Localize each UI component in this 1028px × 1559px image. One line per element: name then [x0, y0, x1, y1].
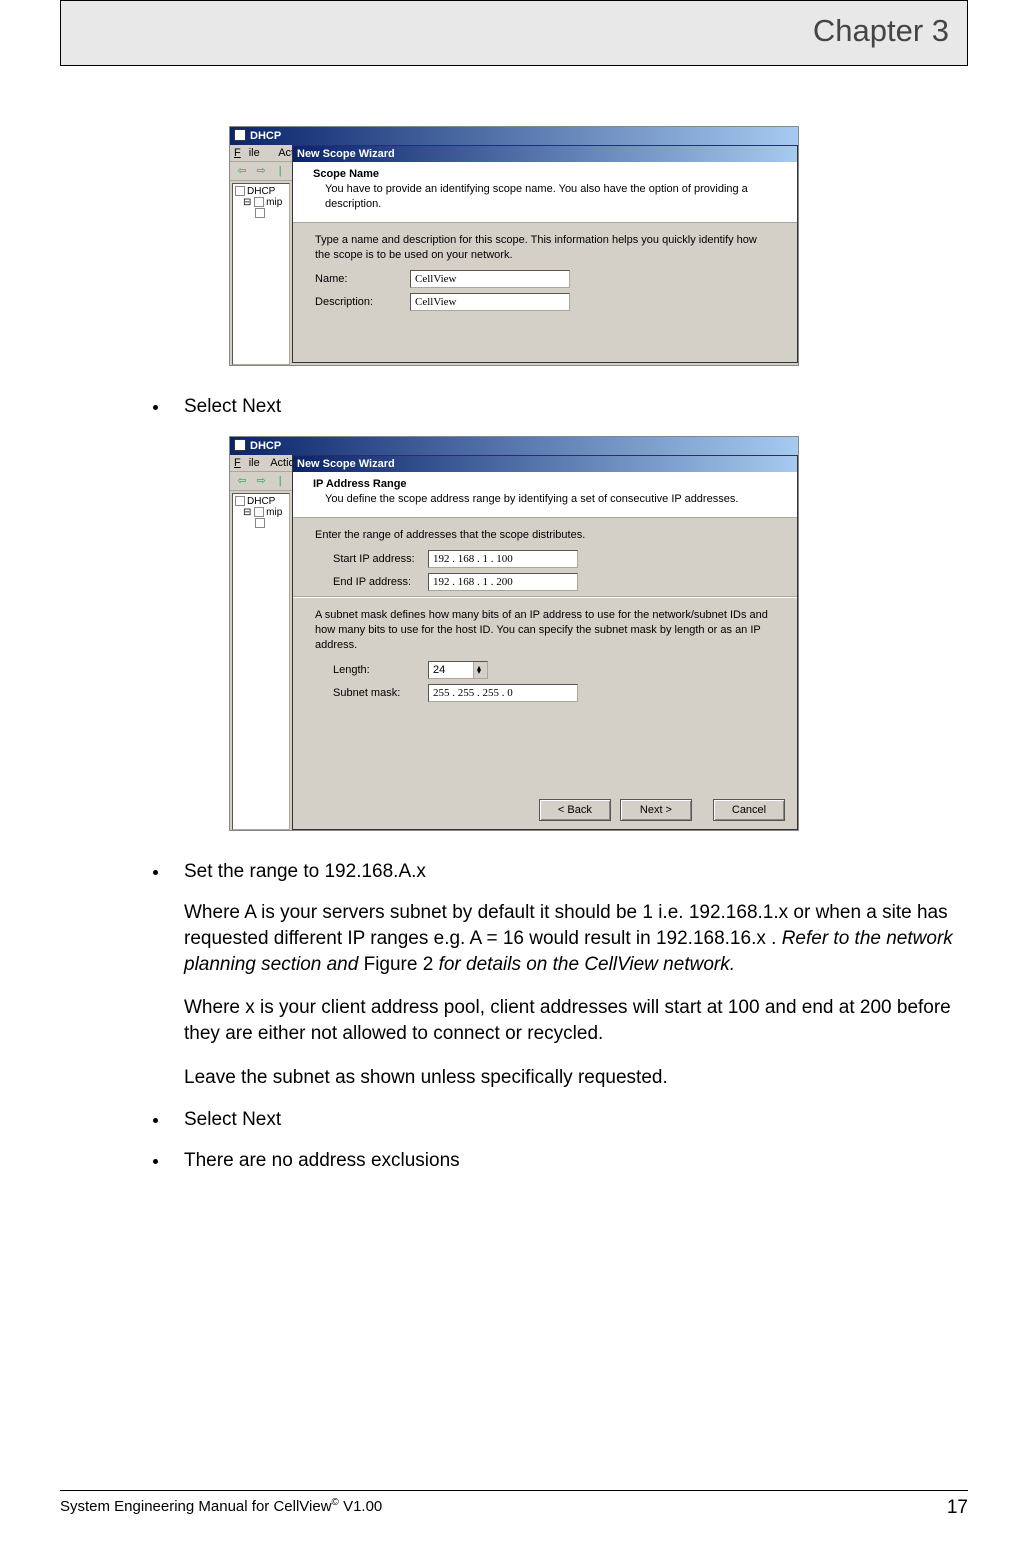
bullet-select-next-1: Select Next [170, 395, 968, 420]
menu-file[interactable]: File [234, 147, 268, 159]
nav-forward-icon[interactable]: ⇨ [253, 164, 269, 178]
length-spinner[interactable]: 24 [428, 661, 488, 679]
wizard-header: Scope Name You have to provide an identi… [293, 162, 797, 223]
tree-pane-2[interactable]: DHCP ⊟ mip [232, 493, 290, 830]
tree-node-2 [235, 208, 287, 219]
nav-pipe: | [272, 164, 288, 178]
back-button[interactable]: < Back [539, 799, 611, 821]
bullet-no-exclusions: There are no address exclusions [170, 1149, 968, 1174]
bullet-select-next-2: Select Next [170, 1108, 968, 1133]
nav-back-icon-2[interactable]: ⇦ [234, 474, 250, 488]
wizard-ip-range: New Scope Wizard IP Address Range You de… [292, 455, 798, 830]
description-input[interactable]: CellView [410, 293, 570, 311]
tree-node-1b: ⊟ mip [235, 507, 287, 518]
folder-icon [255, 208, 265, 218]
wizard-heading: Scope Name [313, 168, 781, 180]
para-where-a: Where A is your servers subnet by defaul… [60, 900, 968, 977]
wizard-instruction: Type a name and description for this sco… [315, 233, 775, 263]
nav-forward-icon-2[interactable]: ⇨ [253, 474, 269, 488]
server-icon [235, 496, 245, 506]
tree-pane[interactable]: DHCP ⊟ mip [232, 183, 290, 365]
wizard-titlebar-2[interactable]: New Scope Wizard [293, 456, 797, 472]
footer-page-number: 17 [947, 1497, 968, 1519]
next-button[interactable]: Next > [620, 799, 692, 821]
wizard-button-row: < Back Next > Cancel [533, 799, 785, 821]
start-ip-input[interactable]: 192 . 168 . 1 . 100 [428, 550, 578, 568]
length-value: 24 [429, 664, 449, 676]
app-icon [234, 129, 246, 141]
cancel-button[interactable]: Cancel [713, 799, 785, 821]
mmc-titlebar[interactable]: DHCP [230, 127, 798, 145]
tree-root-2: DHCP [235, 496, 287, 507]
end-ip-input[interactable]: 192 . 168 . 1 . 200 [428, 573, 578, 591]
server-icon [235, 186, 245, 196]
folder-icon [254, 197, 264, 207]
subnet-mask-label: Subnet mask: [333, 687, 428, 699]
spinner-buttons-icon[interactable] [473, 662, 487, 678]
description-label: Description: [315, 296, 410, 308]
bullet-set-range: Set the range to 192.168.A.x [170, 860, 968, 885]
folder-icon [255, 518, 265, 528]
wizard-header-2: IP Address Range You define the scope ad… [293, 472, 797, 518]
tree-node-2b [235, 518, 287, 529]
name-input[interactable]: CellView [410, 270, 570, 288]
nav-pipe-2: | [272, 474, 288, 488]
wizard-heading-2: IP Address Range [313, 478, 781, 490]
length-label: Length: [333, 664, 428, 676]
folder-icon [254, 507, 264, 517]
instr-subnet: A subnet mask defines how many bits of a… [315, 608, 775, 653]
mmc-titlebar-2[interactable]: DHCP [230, 437, 798, 455]
name-label: Name: [315, 273, 410, 285]
dhcp-console-1: DHCP File Actio ⇦ ⇨ | DHCP ⊟ mip [229, 126, 799, 366]
page-header: Chapter 3 [60, 0, 968, 66]
tree-node-1: ⊟ mip [235, 197, 287, 208]
app-title-2: DHCP [250, 440, 281, 452]
divider [293, 596, 797, 598]
wizard-titlebar[interactable]: New Scope Wizard [293, 146, 797, 162]
menu-file-2[interactable]: File [234, 457, 260, 469]
chapter-title: Chapter 3 [813, 13, 949, 49]
instr-range: Enter the range of addresses that the sc… [315, 528, 775, 543]
app-title: DHCP [250, 130, 281, 142]
nav-back-icon[interactable]: ⇦ [234, 164, 250, 178]
tree-root: DHCP [235, 186, 287, 197]
end-ip-label: End IP address: [333, 576, 428, 588]
para-leave-subnet: Leave the subnet as shown unless specifi… [60, 1065, 968, 1091]
para-where-x: Where x is your client address pool, cli… [60, 995, 968, 1046]
figure-scope-name: DHCP File Actio ⇦ ⇨ | DHCP ⊟ mip [60, 126, 968, 371]
app-icon [234, 439, 246, 451]
figure-ip-range: DHCP File Actio ⇦ ⇨ | DHCP ⊟ mip [60, 436, 968, 836]
start-ip-label: Start IP address: [333, 553, 428, 565]
dhcp-console-2: DHCP File Actio ⇦ ⇨ | DHCP ⊟ mip [229, 436, 799, 831]
footer-left: System Engineering Manual for CellView© … [60, 1497, 382, 1519]
wizard-subheading: You have to provide an identifying scope… [325, 182, 781, 212]
page-footer: System Engineering Manual for CellView© … [60, 1490, 968, 1519]
wizard-scope-name: New Scope Wizard Scope Name You have to … [292, 145, 798, 363]
subnet-mask-input[interactable]: 255 . 255 . 255 . 0 [428, 684, 578, 702]
menu-action-2[interactable]: Actio [270, 457, 294, 469]
wizard-subheading-2: You define the scope address range by id… [325, 492, 781, 507]
